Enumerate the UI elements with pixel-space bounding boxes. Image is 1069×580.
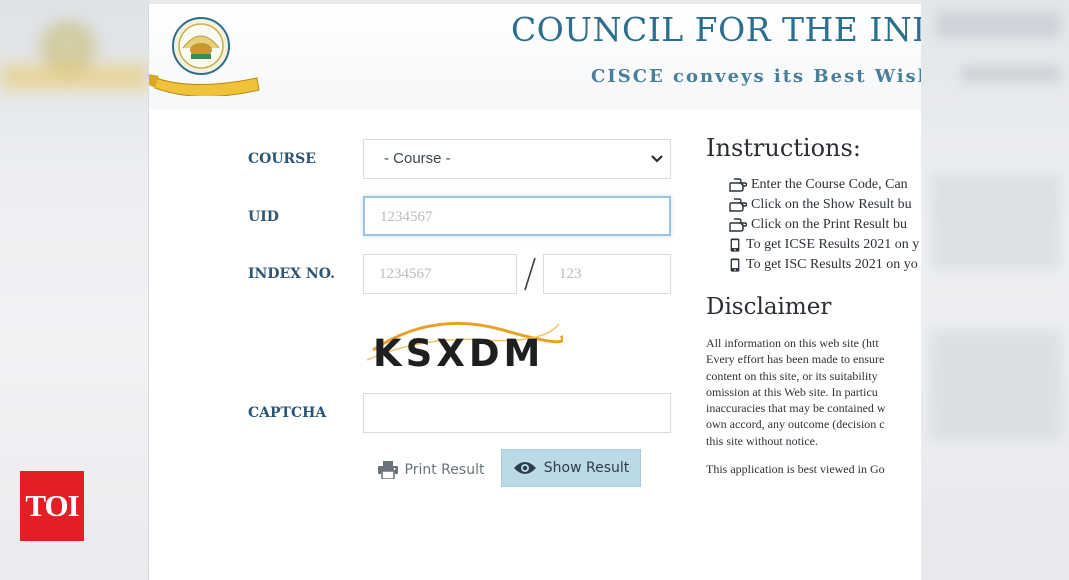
disclaimer-line: this site without notice. xyxy=(706,433,818,448)
course-select[interactable]: - Course - xyxy=(363,139,671,179)
instruction-item: Click on the Print Result bu xyxy=(729,215,921,235)
course-label: COURSE xyxy=(248,151,316,167)
disclaimer-line: Every effort has been made to ensure xyxy=(706,352,885,367)
instruction-text: Click on the Show Result bu xyxy=(751,197,912,212)
chevron-down-icon xyxy=(651,155,663,163)
uid-label: UID xyxy=(248,209,279,225)
disclaimer-line: inaccuracies that may be contained w xyxy=(706,401,886,416)
index-no-label: INDEX NO. xyxy=(248,266,335,282)
blurred-bar xyxy=(931,175,1061,270)
disclaimer-line: All information on this web site (htt xyxy=(706,336,879,350)
uid-input[interactable]: 1234567 xyxy=(363,196,671,236)
print-result-button[interactable]: Print Result xyxy=(371,451,491,489)
instructions-title: Instructions: xyxy=(706,134,861,162)
disclaimer-text: All information on this web site (htt Ev… xyxy=(706,335,921,449)
blurred-bar xyxy=(961,65,1061,83)
cisce-logo xyxy=(149,17,260,96)
instruction-item: To get ICSE Results 2021 on y xyxy=(729,235,921,255)
instruction-item: To get ISC Results 2021 on yo xyxy=(729,255,921,275)
instruction-item: Click on the Show Result bu xyxy=(729,195,921,215)
blurred-backdrop-right xyxy=(921,0,1069,580)
print-result-label: Print Result xyxy=(404,462,485,478)
instruction-item: Enter the Course Code, Can xyxy=(729,175,921,195)
eye-icon xyxy=(513,462,536,474)
page-subtitle: CISCE conveys its Best Wishes xyxy=(591,66,921,87)
result-portal-page: COUNCIL FOR THE INDIA CISCE conveys its … xyxy=(148,4,921,580)
instruction-text: To get ICSE Results 2021 on y xyxy=(746,237,920,252)
captcha-label: CAPTCHA xyxy=(248,405,327,421)
page-title: COUNCIL FOR THE INDIA xyxy=(511,10,921,49)
instruction-text: Click on the Print Result bu xyxy=(751,217,907,232)
blurred-bar xyxy=(931,330,1061,440)
hand-pointer-icon xyxy=(729,178,747,192)
captcha-text: KSXDM xyxy=(373,332,544,374)
instruction-text: Enter the Course Code, Can xyxy=(751,177,908,192)
mobile-icon xyxy=(730,258,740,272)
captcha-image: KSXDM xyxy=(363,316,563,374)
instructions-list: Enter the Course Code, Can Click on the … xyxy=(729,175,921,275)
printer-icon xyxy=(377,461,398,479)
disclaimer-line: omission at this Web site. In particu xyxy=(706,384,878,399)
hand-pointer-icon xyxy=(729,198,747,212)
instruction-text: To get ISC Results 2021 on yo xyxy=(746,257,918,272)
result-form: COURSE - Course - UID 1234567 INDEX NO. … xyxy=(149,109,921,580)
disclaimer-line: content on this site, or its suitability xyxy=(706,368,878,383)
mobile-icon xyxy=(730,238,740,252)
blurred-ribbon xyxy=(0,64,150,90)
blurred-bar xyxy=(936,12,1061,38)
hand-pointer-icon xyxy=(729,218,747,232)
page-header: COUNCIL FOR THE INDIA CISCE conveys its … xyxy=(149,4,921,109)
disclaimer-line: own accord, any outcome (decision c xyxy=(706,417,885,432)
captcha-input[interactable] xyxy=(363,393,671,433)
slash-separator xyxy=(524,257,536,291)
disclaimer-title: Disclaimer xyxy=(706,294,832,320)
show-result-button[interactable]: Show Result xyxy=(501,449,641,487)
toi-badge: TOI xyxy=(20,471,84,541)
course-select-value: - Course - xyxy=(384,150,451,167)
index-no-suffix-input[interactable]: 123 xyxy=(543,254,671,294)
show-result-label: Show Result xyxy=(543,460,630,476)
index-no-input[interactable]: 1234567 xyxy=(363,254,517,294)
browser-note: This application is best viewed in Go xyxy=(706,462,885,476)
